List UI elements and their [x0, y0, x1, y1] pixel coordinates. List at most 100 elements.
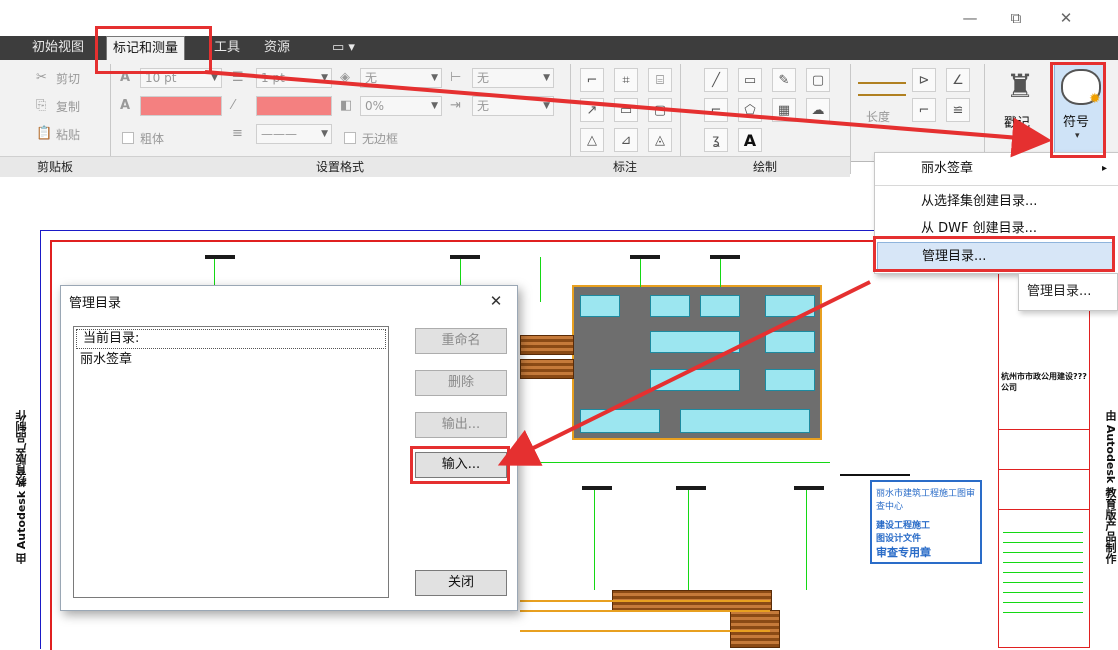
- rounded-rect-icon[interactable]: ▢: [806, 68, 830, 92]
- ruler-icon[interactable]: [858, 82, 906, 96]
- symbol-dropdown-menu: 丽水签章 ▸ 从选择集创建目录... 从 DWF 创建目录... 管理目录...: [874, 152, 1118, 274]
- bold-label: 粗体: [140, 132, 165, 146]
- view-label-underline: [840, 474, 910, 476]
- menu-item-create-from-dwf[interactable]: 从 DWF 创建目录...: [875, 215, 1118, 243]
- angle-icon[interactable]: ∠: [946, 68, 970, 92]
- minimize-button[interactable]: —: [950, 4, 990, 32]
- watermark-right: 由 Autodesk 教育版产品制作: [1104, 410, 1117, 565]
- dialog-close-button[interactable]: 关闭: [415, 570, 507, 596]
- watermark-left: 由 Autodesk 教育版产品制作: [15, 410, 28, 565]
- tooltip: 管理目录...: [1018, 273, 1118, 311]
- tab-resources[interactable]: 资源: [258, 36, 296, 60]
- rectangle-icon[interactable]: ▭: [738, 68, 762, 92]
- title-block-company: 杭州市市政公用建设???公司: [1001, 372, 1087, 392]
- group-separator: [850, 64, 851, 174]
- draw-group-title: 绘制: [680, 156, 850, 177]
- transparency-icon: ◧: [340, 98, 353, 113]
- perimeter-icon[interactable]: ⌐: [912, 98, 936, 122]
- line-style-icon: ≡: [232, 126, 243, 141]
- bold-checkbox[interactable]: [122, 132, 134, 144]
- level-mark: [710, 255, 740, 259]
- cloud-icon[interactable]: ☁: [806, 98, 830, 122]
- format-group-title: 设置格式: [110, 156, 570, 177]
- triangle-callout-icon[interactable]: △: [580, 128, 604, 152]
- manage-catalogs-dialog: 管理目录 ✕ 当前目录: 丽水签章 重命名 删除 输出... 输入... 关闭: [60, 285, 518, 611]
- tab-markup-measure[interactable]: 标记和测量: [106, 36, 186, 60]
- polyline-icon[interactable]: ⌐: [704, 98, 728, 122]
- dialog-close-icon[interactable]: ✕: [481, 288, 511, 314]
- line-color-icon: ⁄: [232, 98, 235, 113]
- list-header: 当前目录:: [76, 329, 386, 349]
- tab-home-view[interactable]: 初始视图: [26, 36, 90, 60]
- fill-icon: ◈: [340, 70, 350, 85]
- paste-icon: 📋: [36, 126, 53, 141]
- line-width-icon: ☰: [232, 70, 244, 85]
- level-mark: [630, 255, 660, 259]
- triangle-box-icon[interactable]: ⊿: [614, 128, 638, 152]
- stamp-line3: 审查专用章: [876, 546, 931, 559]
- import-button[interactable]: 输入...: [415, 452, 507, 478]
- stamp-line2: 图设计文件: [876, 534, 922, 544]
- tab-tools[interactable]: 工具: [208, 36, 246, 60]
- cut-button[interactable]: 剪切: [56, 70, 80, 87]
- dimension-line: [540, 257, 541, 302]
- delete-button[interactable]: 删除: [415, 370, 507, 396]
- fill-dropdown[interactable]: 无 ▼: [360, 68, 442, 88]
- no-border-label: 无边框: [362, 132, 399, 146]
- submenu-arrow-icon: ▸: [1101, 163, 1107, 174]
- scissors-icon: ✂: [36, 70, 47, 85]
- copy-button[interactable]: 复制: [56, 98, 80, 115]
- start-arrow-dropdown[interactable]: 无 ▼: [472, 68, 554, 88]
- stamp-button[interactable]: 戳记: [1004, 112, 1030, 131]
- menu-item-lishui-signature[interactable]: 丽水签章 ▸: [875, 155, 1118, 183]
- dimension-line: [720, 257, 721, 287]
- review-stamp: 丽水市建筑工程施工图审查中心 建设工程施工 图设计文件 审查专用章: [870, 480, 982, 564]
- copy-icon: ⎘: [36, 98, 47, 113]
- dimension-line: [640, 257, 641, 287]
- export-button[interactable]: 输出...: [415, 412, 507, 438]
- paste-button[interactable]: 粘贴: [56, 126, 80, 143]
- window-close-button[interactable]: ✕: [1046, 4, 1086, 32]
- stamp-icon[interactable]: ♜: [1000, 66, 1040, 106]
- line-style-dropdown[interactable]: ——— ▼: [256, 124, 332, 144]
- pen-icon[interactable]: ✎: [772, 68, 796, 92]
- menu-item-create-from-selection[interactable]: 从选择集创建目录...: [875, 188, 1118, 216]
- restore-button[interactable]: ⧉: [996, 4, 1036, 32]
- dialog-title: 管理目录: [69, 296, 122, 311]
- catalog-list[interactable]: 当前目录: 丽水签章: [73, 326, 389, 598]
- stamp-line1: 建设工程施工: [876, 521, 931, 531]
- rename-button[interactable]: 重命名: [415, 328, 507, 354]
- polygon-icon[interactable]: ⬠: [738, 98, 762, 122]
- arc-icon[interactable]: ≌: [946, 98, 970, 122]
- callout-rect-icon[interactable]: ▭: [614, 98, 638, 122]
- end-arrow-dropdown[interactable]: 无 ▼: [472, 96, 554, 116]
- callout-icon[interactable]: ⌐: [580, 68, 604, 92]
- font-size-dropdown[interactable]: 10 pt ▼: [140, 68, 222, 88]
- start-arrow-icon: ⊢: [450, 70, 462, 85]
- symbol-button[interactable]: ✹ 符号 ▾: [1054, 64, 1104, 154]
- line-icon[interactable]: ╱: [704, 68, 728, 92]
- text-tool-icon[interactable]: A: [738, 128, 762, 152]
- callout-cloud-icon[interactable]: ⌗: [614, 68, 638, 92]
- callout-arrow-icon[interactable]: ↗: [580, 98, 604, 122]
- menu-item-manage-catalogs[interactable]: 管理目录...: [877, 242, 1113, 270]
- font-size-icon: A: [120, 70, 131, 85]
- level-mark: [205, 255, 235, 259]
- callout-box-icon[interactable]: ⌸: [648, 68, 672, 92]
- tab-more-menu[interactable]: ▭ ▾: [326, 36, 361, 60]
- length-button[interactable]: 长度: [866, 108, 890, 125]
- transparency-dropdown[interactable]: 0% ▼: [360, 96, 442, 116]
- area-icon[interactable]: ⊳: [912, 68, 936, 92]
- list-item[interactable]: 丽水签章: [74, 351, 388, 369]
- text-color-picker[interactable]: [140, 96, 222, 116]
- freehand-icon[interactable]: ʓ: [704, 128, 728, 152]
- callout-round-icon[interactable]: ▢: [648, 98, 672, 122]
- symbol-label: 符号: [1063, 115, 1090, 130]
- line-width-dropdown[interactable]: 1 pt ▼: [256, 68, 332, 88]
- highlight-rect-icon[interactable]: ▦: [772, 98, 796, 122]
- triangle-cloud-icon[interactable]: ◬: [648, 128, 672, 152]
- line-color-picker[interactable]: [256, 96, 332, 116]
- no-border-checkbox[interactable]: [344, 132, 356, 144]
- text-color-icon: A: [120, 98, 131, 113]
- chevron-down-icon: ▾: [1075, 131, 1080, 141]
